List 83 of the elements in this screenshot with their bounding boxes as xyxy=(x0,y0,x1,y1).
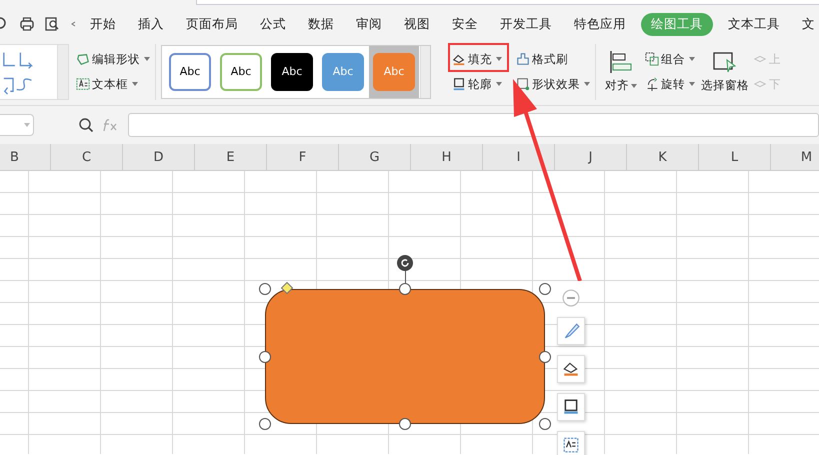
column-header[interactable]: L xyxy=(699,144,771,170)
shape-effects-icon xyxy=(516,77,530,91)
resize-handle[interactable] xyxy=(399,418,411,430)
annotation-box xyxy=(448,43,509,72)
text-box-icon xyxy=(76,77,90,91)
resize-handle[interactable] xyxy=(259,283,271,295)
ribbon-tab[interactable]: 数据 xyxy=(308,12,334,36)
paint-bucket-icon xyxy=(452,52,466,66)
caret-icon xyxy=(584,82,590,86)
column-header[interactable]: G xyxy=(339,144,411,170)
column-header[interactable]: I xyxy=(483,144,555,170)
brush-button[interactable] xyxy=(557,317,585,345)
group-button[interactable]: 组合 xyxy=(644,50,696,68)
caret-icon xyxy=(631,84,637,88)
style-preset[interactable]: Abc xyxy=(220,52,262,90)
formula-input[interactable] xyxy=(128,113,819,137)
caret-icon xyxy=(24,123,30,127)
edit-shape-button[interactable]: 编辑形状 xyxy=(75,50,151,68)
rotate-button[interactable]: 旋转 xyxy=(644,74,696,94)
collapse-icon[interactable] xyxy=(562,289,580,307)
polygon-icon xyxy=(76,52,90,66)
ribbon-tab[interactable]: 页面布局 xyxy=(186,12,238,36)
column-header[interactable]: B xyxy=(0,144,51,170)
style-preset[interactable]: Abc xyxy=(169,52,211,90)
brush-icon xyxy=(562,322,580,340)
align-button[interactable]: 对齐 xyxy=(604,50,638,93)
resize-handle[interactable] xyxy=(399,283,411,295)
column-header[interactable]: J xyxy=(555,144,627,170)
connector-gallery[interactable] xyxy=(0,44,69,100)
printer-icon[interactable] xyxy=(19,16,35,32)
rotate-handle-icon[interactable] xyxy=(397,255,413,271)
selection-pane-button[interactable]: 选择窗格 xyxy=(700,50,750,93)
resize-handle[interactable] xyxy=(539,351,551,363)
caret-icon xyxy=(689,82,695,86)
brush-icon xyxy=(516,52,530,66)
column-header[interactable]: F xyxy=(267,144,339,170)
caret-icon xyxy=(144,57,150,61)
outline-button[interactable]: 轮廓 xyxy=(451,74,503,94)
ribbon-tab[interactable]: 安全 xyxy=(452,12,478,36)
resize-handle[interactable] xyxy=(539,283,551,295)
caret-icon xyxy=(496,82,502,86)
column-header[interactable]: K xyxy=(627,144,699,170)
zoom-icon[interactable] xyxy=(78,117,94,133)
paint-bucket-icon xyxy=(562,360,580,378)
column-header[interactable]: E xyxy=(195,144,267,170)
group-icon xyxy=(645,52,659,66)
caret-icon xyxy=(496,57,502,61)
ribbon-tab[interactable]: 文本工具 xyxy=(728,12,780,36)
column-header[interactable]: D xyxy=(123,144,195,170)
ribbon-tab[interactable]: 开发工具 xyxy=(500,12,552,36)
style-preset[interactable]: Abc xyxy=(271,52,313,90)
resize-handle[interactable] xyxy=(259,418,271,430)
column-header[interactable]: M xyxy=(771,144,819,170)
fill-button[interactable]: 填充 xyxy=(451,50,503,68)
text-box-button[interactable] xyxy=(557,431,585,455)
format-painter-button[interactable]: 格式刷 xyxy=(515,50,591,68)
shape-effects-button[interactable]: 形状效果 xyxy=(515,74,591,94)
selection-pane-icon xyxy=(713,50,737,74)
ribbon-tab[interactable]: 文 xyxy=(802,12,815,36)
print-preview-icon[interactable] xyxy=(44,16,60,32)
ribbon-tab[interactable]: 视图 xyxy=(404,12,430,36)
text-box-button[interactable]: 文本框 xyxy=(75,74,151,94)
outline-icon xyxy=(452,77,466,91)
gallery-scrollbar[interactable] xyxy=(57,44,68,98)
resize-handle[interactable] xyxy=(259,351,271,363)
fill-button[interactable] xyxy=(557,355,585,383)
ribbon-tab[interactable]: 开始 xyxy=(90,12,116,36)
ribbon-tab[interactable]: 特色应用 xyxy=(574,12,626,36)
resize-handle[interactable] xyxy=(539,418,551,430)
column-header[interactable]: H xyxy=(411,144,483,170)
rotate-icon xyxy=(645,77,659,91)
caret-icon xyxy=(132,82,138,86)
ribbon-tab[interactable]: 公式 xyxy=(260,12,286,36)
chevron-left-icon[interactable] xyxy=(69,19,77,29)
align-icon xyxy=(609,50,633,74)
adjust-handle[interactable] xyxy=(281,282,293,294)
ribbon-tab[interactable]: 插入 xyxy=(138,12,164,36)
outline-icon xyxy=(562,398,580,416)
column-header[interactable]: C xyxy=(51,144,123,170)
text-box-icon xyxy=(562,436,580,454)
ribbon-tab[interactable]: 审阅 xyxy=(356,12,382,36)
caret-icon xyxy=(689,57,695,61)
outline-button[interactable] xyxy=(557,393,585,421)
